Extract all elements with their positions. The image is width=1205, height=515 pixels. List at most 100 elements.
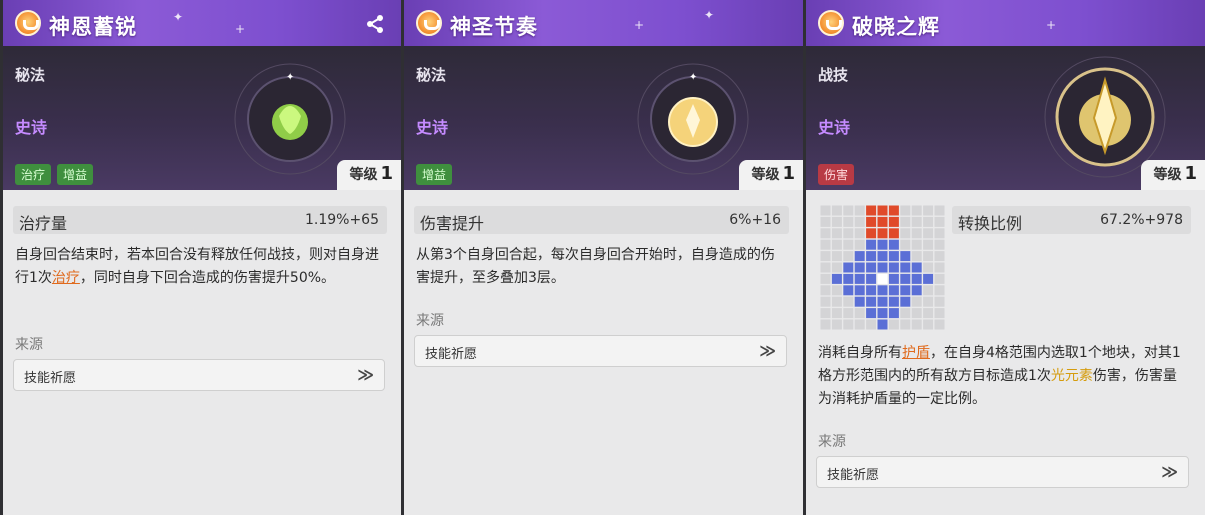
range-cell xyxy=(866,273,877,284)
skill-level: 等级 1 xyxy=(337,160,401,190)
source-button[interactable]: 技能祈愿 ≫ xyxy=(13,359,385,391)
skill-badge-icon xyxy=(15,10,41,36)
range-cell xyxy=(831,216,842,227)
range-cell xyxy=(934,319,945,330)
range-cell xyxy=(888,216,899,227)
range-cell xyxy=(888,308,899,319)
skill-card-1: ✦ + 神恩蓄锐 秘法 史诗 治疗 增益 ✦ 等级 1 治疗量 1.19%+65… xyxy=(0,0,401,515)
range-cell xyxy=(911,285,922,296)
range-cell xyxy=(866,285,877,296)
range-cell xyxy=(843,262,854,273)
range-cell xyxy=(900,228,911,239)
skill-stat: 治疗量 1.19%+65 xyxy=(13,206,387,234)
range-cell xyxy=(820,273,831,284)
skill-name: 神恩蓄锐 xyxy=(49,15,137,39)
range-cell xyxy=(888,228,899,239)
range-cell xyxy=(911,308,922,319)
range-cell xyxy=(911,273,922,284)
desc-text: 从第3个自身回合起，每次自身回合开始时，自身造成的伤害提升，至多叠加3层。 xyxy=(416,247,775,286)
range-cell xyxy=(866,239,877,250)
range-cell xyxy=(911,228,922,239)
level-label: 等级 xyxy=(1153,167,1182,183)
range-cell xyxy=(877,251,888,262)
stat-value: 6%+16 xyxy=(729,212,781,228)
range-cell xyxy=(866,251,877,262)
svg-text:✦: ✦ xyxy=(286,72,294,83)
range-cell xyxy=(820,262,831,273)
range-cell xyxy=(831,319,842,330)
range-cell xyxy=(854,228,865,239)
skill-name: 神圣节奏 xyxy=(450,15,538,39)
range-cell xyxy=(877,239,888,250)
level-value: 1 xyxy=(782,163,795,184)
range-cell xyxy=(877,216,888,227)
stat-label: 转换比例 xyxy=(958,214,1023,233)
range-cell xyxy=(923,239,934,250)
range-cell xyxy=(911,205,922,216)
skill-stat: 转换比例 67.2%+978 xyxy=(952,206,1191,234)
range-cell xyxy=(900,308,911,319)
range-cell xyxy=(934,296,945,307)
skill-description: 消耗自身所有护盾，在自身4格范围内选取1个地块，对其1格方形范围内的所有敌方目标… xyxy=(818,342,1189,411)
card-header: ✦ + 神恩蓄锐 xyxy=(3,0,401,46)
range-cell xyxy=(877,319,888,330)
skill-badge-icon xyxy=(818,10,844,36)
range-cell xyxy=(877,296,888,307)
source-button-label: 技能祈愿 xyxy=(24,371,77,386)
desc-text: ，同时自身下回合造成的伤害提升50%。 xyxy=(79,270,336,286)
range-cell xyxy=(888,251,899,262)
source-button[interactable]: 技能祈愿 ≫ xyxy=(414,335,787,367)
share-icon[interactable] xyxy=(365,14,385,34)
range-cell xyxy=(820,228,831,239)
range-cell xyxy=(877,262,888,273)
source-button[interactable]: 技能祈愿 ≫ xyxy=(816,456,1189,488)
range-cell xyxy=(911,262,922,273)
sparkle-icon: + xyxy=(1046,18,1057,32)
source-button-label: 技能祈愿 xyxy=(827,468,880,483)
range-cell xyxy=(820,216,831,227)
range-cell xyxy=(923,205,934,216)
card-header: + 破晓之辉 xyxy=(806,0,1205,46)
range-cell xyxy=(854,285,865,296)
skill-rarity: 史诗 xyxy=(15,118,48,137)
range-cell xyxy=(923,296,934,307)
range-cell xyxy=(911,319,922,330)
range-cell xyxy=(854,251,865,262)
keyword-heal-link[interactable]: 治疗 xyxy=(52,270,80,286)
level-label: 等级 xyxy=(751,167,780,183)
range-cell xyxy=(923,285,934,296)
range-cell xyxy=(877,228,888,239)
skill-panels: ✦ + 神恩蓄锐 秘法 史诗 治疗 增益 ✦ 等级 1 治疗量 1.19%+65… xyxy=(0,0,1205,515)
range-cell xyxy=(888,296,899,307)
source-label: 来源 xyxy=(818,434,846,450)
tag-damage: 伤害 xyxy=(818,164,855,185)
range-cell xyxy=(888,239,899,250)
skill-level: 等级 1 xyxy=(1141,160,1205,190)
keyword-shield-link[interactable]: 护盾 xyxy=(902,345,930,361)
range-cell xyxy=(923,308,934,319)
range-cell xyxy=(911,251,922,262)
range-cell xyxy=(911,296,922,307)
range-cell xyxy=(831,296,842,307)
skill-rarity: 史诗 xyxy=(416,118,449,137)
range-cell xyxy=(900,296,911,307)
range-cell xyxy=(843,216,854,227)
range-cell xyxy=(866,262,877,273)
skill-tags: 伤害 xyxy=(818,164,855,185)
range-cell xyxy=(843,239,854,250)
range-cell xyxy=(854,239,865,250)
range-cell xyxy=(900,239,911,250)
range-cell xyxy=(820,251,831,262)
source-label: 来源 xyxy=(416,313,444,329)
range-cell xyxy=(843,308,854,319)
svg-text:✦: ✦ xyxy=(689,72,697,83)
skill-type: 秘法 xyxy=(416,66,447,84)
skill-card-2: + ✦ 神圣节奏 秘法 史诗 增益 ✦ 等级 1 伤害提升 6%+16 从第3个… xyxy=(401,0,803,515)
double-chevron-icon: ≫ xyxy=(357,365,374,384)
skill-card-3: + 破晓之辉 战技 史诗 伤害 等级 1 转换比例 67.2%+978 消耗自身… xyxy=(803,0,1205,515)
range-cell xyxy=(854,205,865,216)
range-cell xyxy=(831,205,842,216)
range-cell xyxy=(866,205,877,216)
range-cell xyxy=(854,319,865,330)
range-cell xyxy=(900,273,911,284)
